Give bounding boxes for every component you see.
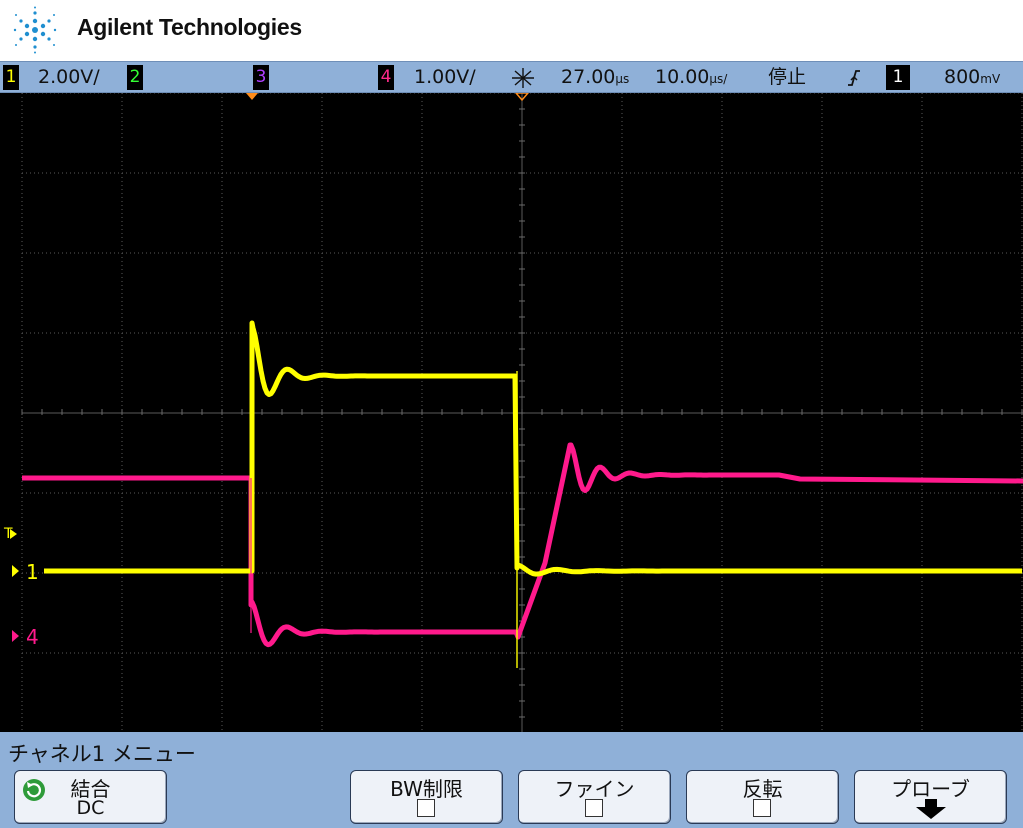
status-bar: 1 2.00V/ 2 3 4 1.00V/ 27.00µs 10.00µs/ 停… (0, 61, 1023, 93)
trigger-position-marker (246, 93, 258, 100)
invert-label: 反転 (742, 777, 783, 801)
coupling-value: DC (76, 797, 105, 819)
bw-limit-checkbox[interactable] (417, 799, 435, 817)
ch4-badge[interactable]: 4 (378, 65, 394, 90)
horizontal-delay: 27.00µs (561, 66, 630, 88)
ch3-badge[interactable]: 3 (253, 65, 269, 90)
agilent-spark-icon (13, 6, 57, 54)
ch4-ground-marker[interactable] (12, 630, 19, 642)
fine-label: ファイン (554, 777, 635, 801)
ch4-ground-label: 4 (26, 625, 39, 649)
invert-softkey[interactable]: 反転 (686, 770, 839, 824)
menu-title: チャネル1 メニュー (8, 742, 196, 766)
ch2-badge[interactable]: 2 (127, 65, 143, 90)
ch1-ground-marker[interactable] (12, 565, 19, 577)
run-state: 停止 (768, 66, 807, 88)
probe-softkey[interactable]: プローブ (854, 770, 1007, 824)
brand-header: Agilent Technologies (0, 0, 1023, 60)
fine-softkey[interactable]: ファイン (518, 770, 671, 824)
waveform-canvas: T 1 4 (3, 93, 1023, 732)
ch1-scale: 2.00V/ (38, 66, 100, 88)
trigger-level: 800mV (944, 66, 1001, 88)
invert-checkbox[interactable] (753, 799, 771, 817)
trigger-level-label: T (3, 526, 13, 542)
bw-limit-label: BW制限 (390, 777, 463, 801)
softkey-menu: チャネル1 メニュー 結合 DC BW制限 ファイン 反転 プローブ (0, 732, 1023, 828)
ch1-waveform (44, 320, 1022, 577)
horizontal-delay-icon (512, 68, 534, 88)
coupling-softkey[interactable]: 結合 DC (14, 770, 167, 824)
timebase: 10.00µs/ (655, 66, 728, 88)
waveform-display[interactable]: T 1 4 (0, 93, 1023, 732)
ch4-scale: 1.00V/ (414, 66, 476, 88)
bw-limit-softkey[interactable]: BW制限 (350, 770, 503, 824)
ch1-ground-label: 1 (26, 560, 39, 584)
graticule (21, 93, 1023, 732)
fine-checkbox[interactable] (585, 799, 603, 817)
ch1-badge[interactable]: 1 (3, 65, 19, 90)
trigger-source-badge[interactable]: 1 (886, 65, 910, 90)
submenu-down-arrow-icon (916, 799, 946, 819)
rising-edge-icon (848, 70, 860, 86)
brand-name: Agilent Technologies (77, 14, 302, 40)
